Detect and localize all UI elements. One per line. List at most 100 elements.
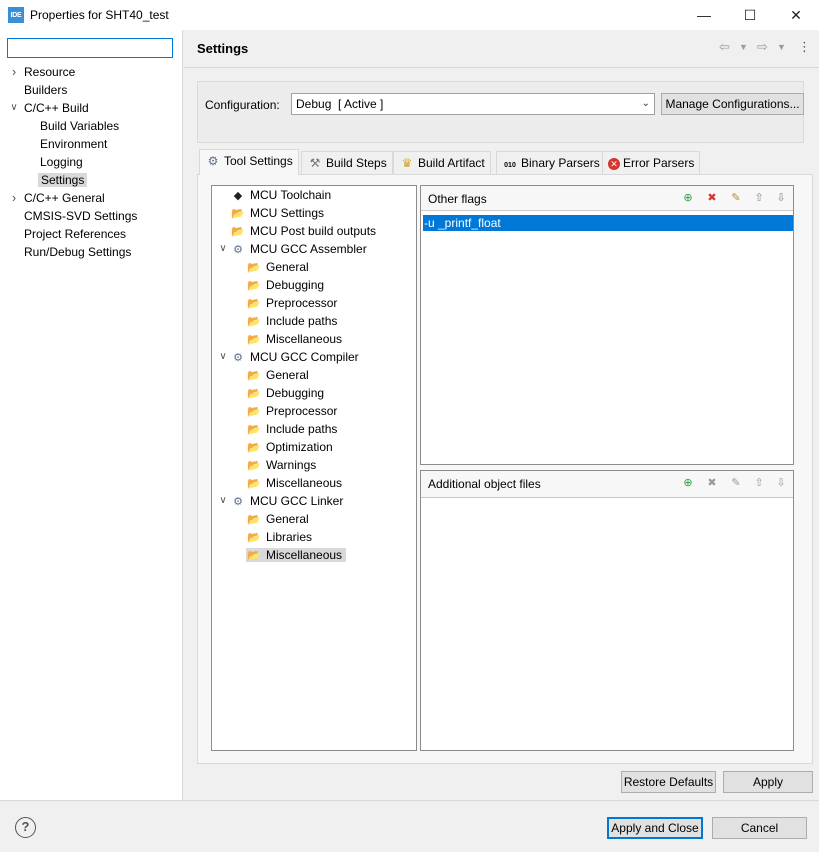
- tree-item[interactable]: 📂 General: [246, 258, 309, 276]
- nav-item-project-references[interactable]: Project References: [24, 225, 126, 243]
- tree-item[interactable]: ◆ MCU Toolchain: [230, 186, 331, 204]
- tree-item[interactable]: 📂 Include paths: [246, 312, 337, 330]
- tree-item-label: MCU GCC Linker: [250, 494, 344, 508]
- move-up-icon[interactable]: ⇧: [751, 190, 767, 206]
- tab-binary-parsers[interactable]: 010 Binary Parsers: [496, 151, 606, 174]
- chevron-right-icon[interactable]: ›: [8, 189, 20, 207]
- filter-input[interactable]: [7, 38, 173, 58]
- tab-build-steps[interactable]: ⚒ Build Steps: [301, 151, 393, 174]
- tree-item-label: Include paths: [266, 314, 338, 328]
- tab-error-parsers[interactable]: ✕ Error Parsers: [602, 151, 701, 174]
- nav-item-environment[interactable]: Environment: [40, 135, 107, 153]
- chevron-down-icon[interactable]: ∨: [217, 492, 229, 510]
- tree-item[interactable]: 📂 Libraries: [246, 528, 312, 546]
- chevron-down-icon[interactable]: ∨: [217, 348, 229, 366]
- tree-item-label: Miscellaneous: [266, 548, 343, 562]
- chevron-right-icon[interactable]: ›: [8, 63, 20, 81]
- tree-item[interactable]: ∨ ⚙ MCU GCC Assembler: [219, 240, 366, 258]
- tool-settings-tree: ◆ MCU Toolchain 📂 MCU Settings 📂 MCU Post bui…: [211, 185, 417, 751]
- nav-item-builders[interactable]: Builders: [24, 81, 67, 99]
- nav-item-label: Settings: [38, 173, 88, 187]
- move-down-icon[interactable]: ⇩: [773, 190, 789, 206]
- tree-item[interactable]: 📂 Miscellaneous: [246, 474, 342, 492]
- tree-item[interactable]: 📂 Miscellaneous: [246, 546, 347, 564]
- tree-item-label: Preprocessor: [266, 296, 338, 310]
- manage-configurations-button[interactable]: Manage Configurations...: [661, 93, 804, 115]
- gear-icon: ⚙: [233, 352, 243, 364]
- tree-item-label: MCU Toolchain: [250, 188, 332, 202]
- tab-tool-settings[interactable]: ⚙ Tool Settings: [199, 149, 299, 175]
- restore-defaults-button[interactable]: Restore Defaults: [621, 771, 716, 793]
- nav-item-settings[interactable]: Settings: [38, 171, 88, 189]
- tree-item-label: General: [266, 260, 309, 274]
- folder-gear-icon: 📂: [247, 298, 261, 310]
- gear-icon: ⚙: [207, 154, 219, 168]
- folder-gear-icon: 📂: [247, 478, 261, 490]
- configuration-value: Debug [ Active ]: [296, 97, 384, 111]
- add-icon[interactable]: ⊕: [680, 190, 696, 206]
- chevron-down-icon: ⌄: [641, 98, 650, 109]
- tree-item[interactable]: 📂 General: [246, 366, 309, 384]
- tree-item[interactable]: 📂 Optimization: [246, 438, 333, 456]
- settings-page: Settings ⇦ ▼ ⇨ ▼ ⋮ Configuration: Debug …: [184, 30, 819, 800]
- vertical-dots-icon[interactable]: ⋮: [798, 39, 811, 55]
- dialog-button-bar: ? Apply and Close Cancel: [0, 800, 819, 852]
- tree-item[interactable]: 📂 Preprocessor: [246, 402, 337, 420]
- chevron-down-icon[interactable]: ▼: [777, 42, 786, 52]
- tree-item[interactable]: 📂 Debugging: [246, 276, 324, 294]
- chip-icon: ◆: [233, 190, 243, 202]
- configuration-group: Configuration: Debug [ Active ] ⌄ Manage…: [197, 81, 804, 143]
- nav-item-build-variables[interactable]: Build Variables: [40, 117, 119, 135]
- settings-header: Settings ⇦ ▼ ⇨ ▼ ⋮: [184, 30, 819, 68]
- tree-item[interactable]: 📂 General: [246, 510, 309, 528]
- chevron-down-icon[interactable]: ▼: [739, 42, 748, 52]
- tree-item-label: Debugging: [266, 386, 325, 400]
- close-button[interactable]: ✕: [773, 0, 819, 30]
- tree-item[interactable]: 📂 Warnings: [246, 456, 316, 474]
- chevron-down-icon[interactable]: ∨: [8, 99, 20, 117]
- help-icon[interactable]: ?: [15, 817, 36, 838]
- tree-item[interactable]: 📂 Miscellaneous: [246, 330, 342, 348]
- tree-item-label: Preprocessor: [266, 404, 338, 418]
- chevron-down-icon[interactable]: ∨: [217, 240, 229, 258]
- configuration-label: Configuration:: [205, 98, 280, 112]
- tree-item[interactable]: ∨ ⚙ MCU GCC Linker: [219, 492, 344, 510]
- folder-gear-icon: 📂: [231, 226, 245, 238]
- folder-gear-icon: 📂: [247, 514, 261, 526]
- nav-item-cmsis-svd-settings[interactable]: CMSIS-SVD Settings: [24, 207, 137, 225]
- tree-item-label: Warnings: [266, 458, 317, 472]
- tree-item-label: Optimization: [266, 440, 333, 454]
- arrow-right-icon[interactable]: ⇨: [757, 39, 768, 55]
- tree-item-label: MCU Settings: [250, 206, 325, 220]
- tab-build-artifact[interactable]: ♛ Build Artifact: [393, 151, 491, 174]
- edit-icon[interactable]: ✎: [728, 190, 744, 206]
- delete-icon[interactable]: ✖: [704, 190, 720, 206]
- folder-gear-icon: 📂: [247, 550, 261, 562]
- nav-item-resource[interactable]: › Resource: [12, 63, 76, 81]
- apply-and-close-button[interactable]: Apply and Close: [607, 817, 703, 839]
- nav-item-label: Logging: [40, 155, 83, 169]
- nav-item-logging[interactable]: Logging: [40, 153, 83, 171]
- hammer-icon: ⚒: [309, 156, 321, 170]
- tree-item[interactable]: 📂 MCU Post build outputs: [230, 222, 376, 240]
- configuration-select[interactable]: Debug [ Active ] ⌄: [291, 93, 655, 115]
- minimize-button[interactable]: —: [681, 0, 727, 30]
- nav-item-label: CMSIS-SVD Settings: [24, 209, 138, 223]
- apply-button[interactable]: Apply: [723, 771, 813, 793]
- tree-item-label: Miscellaneous: [266, 476, 343, 490]
- nav-item-label: Environment: [40, 137, 108, 151]
- nav-item-c-c-build[interactable]: ∨ C/C++ Build: [10, 99, 88, 117]
- nav-item-c-c-general[interactable]: › C/C++ General: [12, 189, 105, 207]
- tree-item[interactable]: 📂 MCU Settings: [230, 204, 324, 222]
- tree-item[interactable]: 📂 Preprocessor: [246, 294, 337, 312]
- add-icon[interactable]: ⊕: [680, 475, 696, 491]
- tree-item[interactable]: ∨ ⚙ MCU GCC Compiler: [219, 348, 358, 366]
- nav-item-run-debug-settings[interactable]: Run/Debug Settings: [24, 243, 131, 261]
- list-item[interactable]: -u _printf_float: [423, 215, 793, 231]
- nav-item-label: Run/Debug Settings: [24, 245, 132, 259]
- cancel-button[interactable]: Cancel: [712, 817, 807, 839]
- arrow-left-icon[interactable]: ⇦: [719, 39, 730, 55]
- tree-item[interactable]: 📂 Debugging: [246, 384, 324, 402]
- maximize-button[interactable]: ☐: [727, 0, 773, 30]
- tree-item[interactable]: 📂 Include paths: [246, 420, 337, 438]
